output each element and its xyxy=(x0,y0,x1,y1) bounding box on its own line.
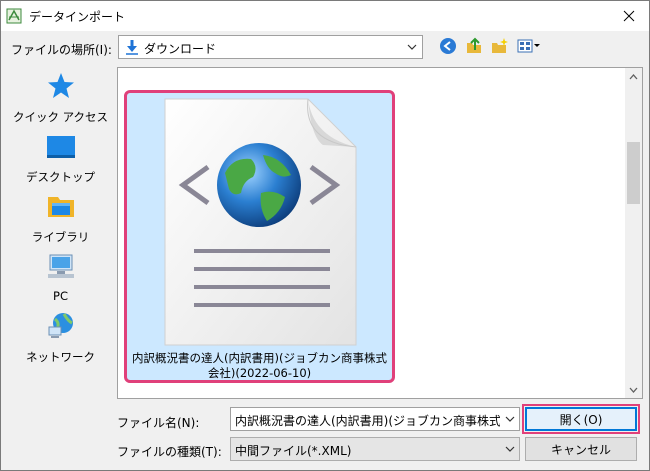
new-folder-button[interactable] xyxy=(490,36,510,56)
star-icon xyxy=(46,71,76,101)
nav-toolbar xyxy=(438,36,542,56)
download-folder-icon xyxy=(124,39,140,58)
title-bar: データインポート xyxy=(1,1,649,31)
filename-label: ファイル名(N): xyxy=(117,416,200,430)
location-combo[interactable]: ダウンロード xyxy=(118,35,423,59)
view-grid-icon xyxy=(517,39,540,53)
view-menu-button[interactable] xyxy=(516,36,542,56)
location-value: ダウンロード xyxy=(144,42,217,56)
file-item-selected[interactable]: 内訳概況書の達人(内訳書用)(ジョブカン商事株式会社)(2022-06-10) xyxy=(124,90,395,383)
up-folder-button[interactable] xyxy=(464,36,484,56)
library-icon xyxy=(46,191,76,221)
pc-icon xyxy=(46,251,76,281)
scroll-thumb[interactable] xyxy=(627,142,640,204)
place-label: クイック アクセス xyxy=(12,110,109,124)
filetype-value: 中間ファイル(*.XML) xyxy=(235,444,352,458)
network-icon xyxy=(46,311,76,341)
chevron-down-icon[interactable] xyxy=(504,413,516,428)
filetype-select[interactable]: 中間ファイル(*.XML) xyxy=(230,437,520,461)
open-button[interactable]: 開く(O) xyxy=(522,404,640,434)
chevron-up-icon xyxy=(629,73,638,79)
filetype-label: ファイルの種類(T): xyxy=(117,445,222,459)
place-label: デスクトップ xyxy=(26,170,95,184)
back-arrow-icon xyxy=(440,38,456,54)
place-label: ネットワーク xyxy=(26,350,95,364)
app-icon xyxy=(6,8,22,24)
place-pc[interactable]: PC xyxy=(11,251,110,307)
window-title: データインポート xyxy=(29,10,126,24)
close-button[interactable] xyxy=(609,1,649,31)
chevron-down-icon[interactable] xyxy=(406,41,418,56)
xml-document-icon xyxy=(163,97,358,350)
place-library[interactable]: ライブラリ xyxy=(11,191,110,247)
close-icon xyxy=(623,10,635,22)
desktop-icon xyxy=(46,131,76,161)
filename-input[interactable]: 内訳概況書の達人(内訳書用)(ジョブカン商事株式会社)(2022-06-10) xyxy=(230,407,520,431)
place-label: ライブラリ xyxy=(31,230,90,244)
import-dialog: データインポート ファイルの場所(I): ダウンロード クイック アクセス デス… xyxy=(0,0,650,471)
cancel-button[interactable]: キャンセル xyxy=(525,437,637,461)
vertical-scrollbar[interactable] xyxy=(625,68,642,398)
scroll-down-button[interactable] xyxy=(625,381,642,398)
place-network[interactable]: ネットワーク xyxy=(11,311,110,367)
chevron-down-icon xyxy=(629,387,638,393)
filename-value: 内訳概況書の達人(内訳書用)(ジョブカン商事株式会社)(2022-06-10) xyxy=(235,414,500,428)
up-folder-icon xyxy=(467,37,481,53)
chevron-down-icon[interactable] xyxy=(504,443,516,458)
place-desktop[interactable]: デスクトップ xyxy=(11,131,110,187)
back-button[interactable] xyxy=(438,36,458,56)
new-folder-icon xyxy=(492,38,508,53)
places-bar: クイック アクセス デスクトップ ライブラリ PC ネットワーク xyxy=(11,67,110,397)
scroll-up-button[interactable] xyxy=(625,68,642,85)
file-list-view[interactable]: 内訳概況書の達人(内訳書用)(ジョブカン商事株式会社)(2022-06-10) xyxy=(117,67,643,399)
place-quick-access[interactable]: クイック アクセス xyxy=(11,71,110,127)
place-label: PC xyxy=(53,289,68,303)
file-name-label: 内訳概況書の達人(内訳書用)(ジョブカン商事株式会社)(2022-06-10) xyxy=(132,351,387,380)
location-label: ファイルの場所(I): xyxy=(11,43,112,57)
